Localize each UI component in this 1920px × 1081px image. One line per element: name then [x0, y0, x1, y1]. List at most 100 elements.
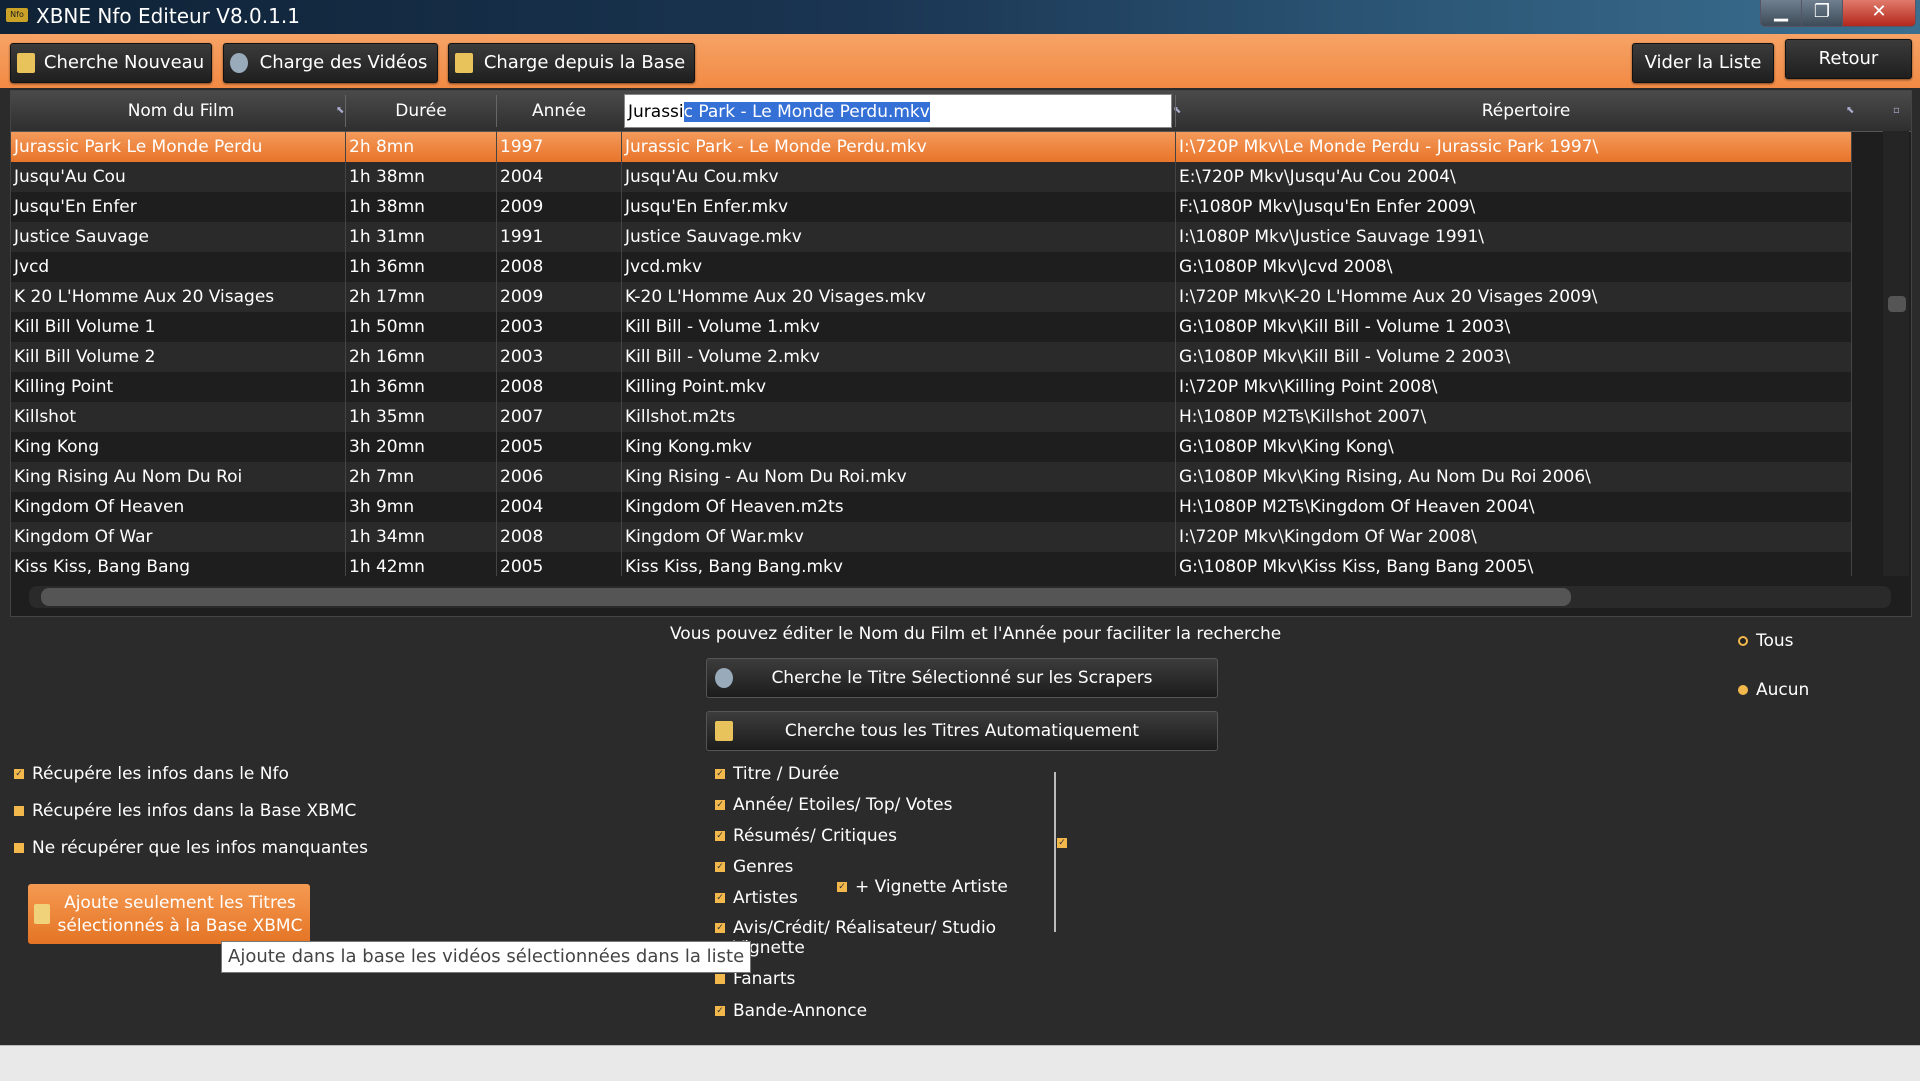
ajoute-selection-button[interactable]: Ajoute seulement les Titres sélectionnés…	[28, 884, 310, 944]
header-nom[interactable]: Nom du Film	[11, 91, 351, 131]
cell-fichier[interactable]: Justice Sauvage.mkv	[622, 222, 1175, 252]
vider-liste-button[interactable]: Vider la Liste	[1632, 43, 1774, 83]
cell-rep[interactable]: I:\720P Mkv\Le Monde Perdu - Jurassic Pa…	[1176, 132, 1851, 162]
cell-nom[interactable]: Killshot	[11, 402, 345, 432]
horizontal-scrollbar[interactable]	[29, 586, 1891, 608]
cell-duree[interactable]: 2h 16mn	[346, 342, 496, 372]
cell-nom[interactable]: Kill Bill Volume 1	[11, 312, 345, 342]
cell-duree[interactable]: 1h 36mn	[346, 252, 496, 282]
cell-rep[interactable]: G:\1080P Mkv\Kiss Kiss, Bang Bang 2005\	[1176, 552, 1851, 582]
cell-rep[interactable]: G:\1080P Mkv\Kill Bill - Volume 2 2003\	[1176, 342, 1851, 372]
cell-annee[interactable]: 2009	[497, 282, 621, 312]
table-row[interactable]: Justice Sauvage 1h 31mn 1991 Justice Sauvag…	[11, 222, 1851, 252]
table-row[interactable]: Kill Bill Volume 2 2h 16mn 2003 Kill Bill -…	[11, 342, 1851, 372]
table-row[interactable]: Jusqu'En Enfer 1h 38mn 2009 Jusqu'En Enfer.…	[11, 192, 1851, 222]
maximize-button[interactable]: ❐	[1801, 0, 1843, 27]
cell-annee[interactable]: 2009	[497, 192, 621, 222]
cell-annee[interactable]: 2006	[497, 462, 621, 492]
cell-annee[interactable]: 2005	[497, 432, 621, 462]
cherche-nouveau-button[interactable]: Cherche Nouveau	[10, 43, 212, 83]
table-row[interactable]: King Kong 3h 20mn 2005 King Kong.mkv G:\1080…	[11, 432, 1851, 462]
field-checkbox[interactable]: ✓ Genres	[715, 857, 793, 877]
cell-fichier[interactable]: Jurassic Park - Le Monde Perdu.mkv	[622, 132, 1175, 162]
header-annee[interactable]: Année	[497, 91, 621, 131]
cell-nom[interactable]: K 20 L'Homme Aux 20 Visages	[11, 282, 345, 312]
cell-nom[interactable]: Kill Bill Volume 2	[11, 342, 345, 372]
table-row[interactable]: Killshot 1h 35mn 2007 Killshot.m2ts H:\1080P…	[11, 402, 1851, 432]
cell-annee[interactable]: 2004	[497, 492, 621, 522]
radio-aucun[interactable]: Aucun	[1738, 680, 1809, 700]
cell-duree[interactable]: 2h 8mn	[346, 132, 496, 162]
field-checkbox[interactable]: ✓ Artistes	[715, 888, 798, 908]
table-row[interactable]: Kingdom Of War 1h 34mn 2008 Kingdom Of War.…	[11, 522, 1851, 552]
cell-rep[interactable]: F:\1080P Mkv\Jusqu'En Enfer 2009\	[1176, 192, 1851, 222]
cell-annee[interactable]: 2003	[497, 312, 621, 342]
table-row[interactable]: Jusqu'Au Cou 1h 38mn 2004 Jusqu'Au Cou.mkv E…	[11, 162, 1851, 192]
cell-duree[interactable]: 1h 42mn	[346, 552, 496, 582]
radio-tous[interactable]: Tous	[1738, 631, 1794, 651]
cell-annee[interactable]: 2007	[497, 402, 621, 432]
table-row[interactable]: Kiss Kiss, Bang Bang 1h 42mn 2005 Kiss Kiss…	[11, 552, 1851, 582]
cell-nom[interactable]: Killing Point	[11, 372, 345, 402]
cell-rep[interactable]: H:\1080P M2Ts\Kingdom Of Heaven 2004\	[1176, 492, 1851, 522]
cell-duree[interactable]: 1h 36mn	[346, 372, 496, 402]
horizontal-scroll-thumb[interactable]	[41, 588, 1571, 606]
cell-rep[interactable]: G:\1080P Mkv\Kill Bill - Volume 1 2003\	[1176, 312, 1851, 342]
table-row[interactable]: Kill Bill Volume 1 1h 50mn 2003 Kill Bill -…	[11, 312, 1851, 342]
cell-duree[interactable]: 1h 34mn	[346, 522, 496, 552]
cell-duree[interactable]: 3h 9mn	[346, 492, 496, 522]
cell-rep[interactable]: I:\720P Mkv\Killing Point 2008\	[1176, 372, 1851, 402]
cell-rep[interactable]: I:\1080P Mkv\Justice Sauvage 1991\	[1176, 222, 1851, 252]
cell-fichier[interactable]: Kill Bill - Volume 1.mkv	[622, 312, 1175, 342]
cell-annee[interactable]: 1997	[497, 132, 621, 162]
cell-annee[interactable]: 2004	[497, 162, 621, 192]
table-row[interactable]: K 20 L'Homme Aux 20 Visages 2h 17mn 2009 K-…	[11, 282, 1851, 312]
cherche-tous-button[interactable]: Cherche tous les Titres Automatiquement	[706, 711, 1218, 751]
cell-nom[interactable]: King Rising Au Nom Du Roi	[11, 462, 345, 492]
table-row[interactable]: Killing Point 1h 36mn 2008 Killing Point.mk…	[11, 372, 1851, 402]
all-fields-checkbox[interactable]: ✓	[1057, 838, 1067, 848]
header-repertoire[interactable]: Répertoire	[1176, 91, 1876, 131]
cell-fichier[interactable]: K-20 L'Homme Aux 20 Visages.mkv	[622, 282, 1175, 312]
cell-nom[interactable]: King Kong	[11, 432, 345, 462]
option-checkbox[interactable]: Ne récupérer que les infos manquantes	[14, 838, 368, 858]
vertical-scrollbar[interactable]	[1883, 131, 1909, 576]
option-checkbox[interactable]: ✓ Récupére les infos dans le Nfo	[14, 764, 289, 784]
cell-duree[interactable]: 1h 38mn	[346, 162, 496, 192]
cell-rep[interactable]: G:\1080P Mkv\King Kong\	[1176, 432, 1851, 462]
cell-fichier[interactable]: Kingdom Of Heaven.m2ts	[622, 492, 1175, 522]
cell-fichier[interactable]: King Rising - Au Nom Du Roi.mkv	[622, 462, 1175, 492]
header-duree[interactable]: Durée	[346, 91, 496, 131]
cell-rep[interactable]: H:\1080P M2Ts\Killshot 2007\	[1176, 402, 1851, 432]
cell-annee[interactable]: 2003	[497, 342, 621, 372]
cell-duree[interactable]: 1h 50mn	[346, 312, 496, 342]
cell-fichier[interactable]: King Kong.mkv	[622, 432, 1175, 462]
minimize-button[interactable]: ▁	[1760, 0, 1802, 27]
field-checkbox[interactable]: ✓ Avis/Crédit/ Réalisateur/ Studio	[715, 918, 996, 938]
cell-annee[interactable]: 2008	[497, 522, 621, 552]
cell-duree[interactable]: 2h 7mn	[346, 462, 496, 492]
table-row[interactable]: Kingdom Of Heaven 3h 9mn 2004 Kingdom Of He…	[11, 492, 1851, 522]
cell-fichier[interactable]: Jvcd.mkv	[622, 252, 1175, 282]
field-checkbox[interactable]: ✓ Bande-Annonce	[715, 1001, 867, 1021]
option-checkbox[interactable]: Récupére les infos dans la Base XBMC	[14, 801, 356, 821]
cell-rep[interactable]: G:\1080P Mkv\King Rising, Au Nom Du Roi …	[1176, 462, 1851, 492]
cell-nom[interactable]: Jurassic Park Le Monde Perdu	[11, 132, 345, 162]
field-checkbox[interactable]: ✓ Titre / Durée	[715, 764, 839, 784]
cell-fichier[interactable]: Killshot.m2ts	[622, 402, 1175, 432]
cell-fichier[interactable]: Kingdom Of War.mkv	[622, 522, 1175, 552]
vertical-scroll-thumb[interactable]	[1888, 296, 1906, 312]
cell-duree[interactable]: 1h 38mn	[346, 192, 496, 222]
table-row[interactable]: Jurassic Park Le Monde Perdu 2h 8mn 1997 Ju…	[11, 132, 1851, 162]
cell-nom[interactable]: Jvcd	[11, 252, 345, 282]
field-checkbox[interactable]: ✓ Année/ Etoiles/ Top/ Votes	[715, 795, 952, 815]
cell-duree[interactable]: 2h 17mn	[346, 282, 496, 312]
cell-rep[interactable]: I:\720P Mkv\Kingdom Of War 2008\	[1176, 522, 1851, 552]
cherche-titre-button[interactable]: Cherche le Titre Sélectionné sur les Scr…	[706, 658, 1218, 698]
cell-duree[interactable]: 1h 31mn	[346, 222, 496, 252]
cell-fichier[interactable]: Jusqu'Au Cou.mkv	[622, 162, 1175, 192]
cell-nom[interactable]: Jusqu'En Enfer	[11, 192, 345, 222]
cell-fichier[interactable]: Kill Bill - Volume 2.mkv	[622, 342, 1175, 372]
cell-annee[interactable]: 2008	[497, 372, 621, 402]
cell-rep[interactable]: E:\720P Mkv\Jusqu'Au Cou 2004\	[1176, 162, 1851, 192]
